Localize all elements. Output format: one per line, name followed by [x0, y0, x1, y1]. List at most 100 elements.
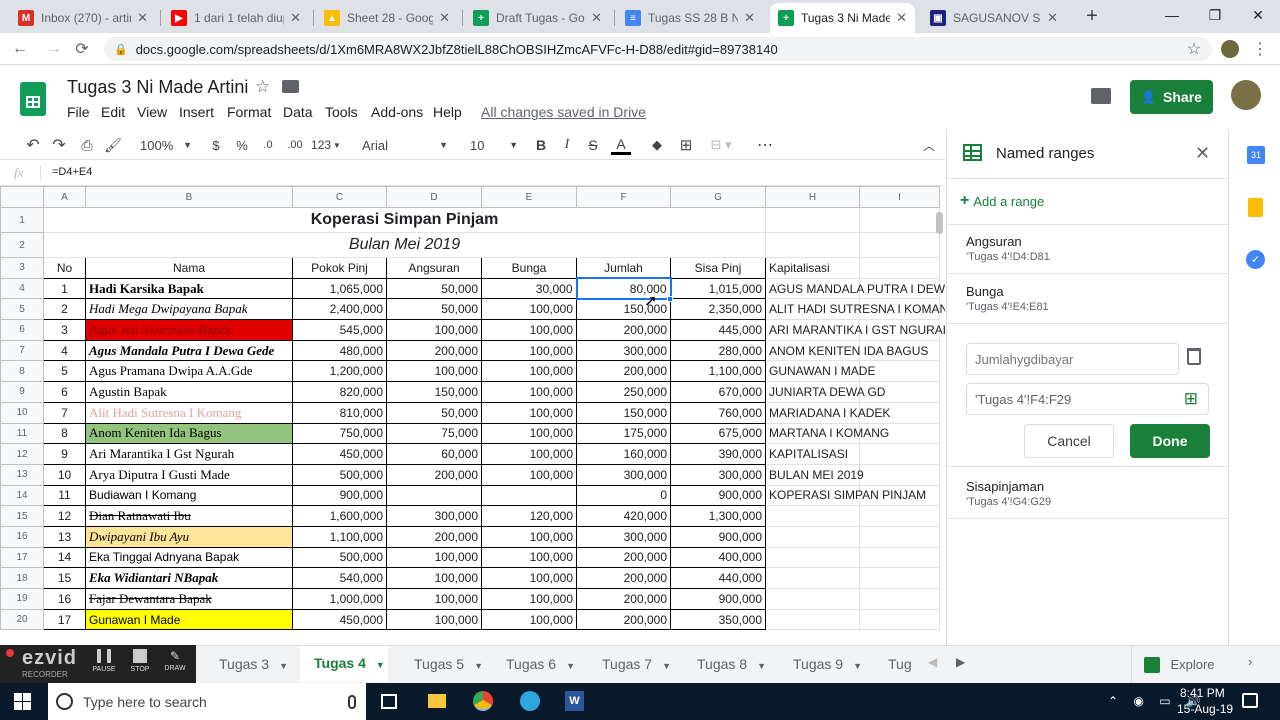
cell-no[interactable]: 15	[43, 567, 86, 589]
sheet-tab[interactable]: Tugas 9 ▼	[779, 656, 862, 672]
row-header[interactable]: 14	[0, 484, 44, 507]
cell-jml[interactable]: 175,000	[576, 422, 671, 445]
cell-kapitalisasi[interactable]: ARI MARANTIKA I GST NGURAH	[765, 319, 945, 341]
new-tab-icon[interactable]: +	[1080, 2, 1104, 30]
notification-icon[interactable]	[1242, 693, 1258, 708]
menu-format[interactable]: Format	[227, 104, 271, 120]
cell-sisa[interactable]: 440,000	[670, 567, 766, 589]
row-header[interactable]: 17	[0, 546, 44, 569]
browser-tab[interactable]: M Inbox (270) - artini ✕	[10, 3, 156, 33]
doc-title[interactable]: Tugas 3 Ni Made Artini	[67, 77, 248, 98]
cell-angs[interactable]: 50,000	[386, 298, 482, 321]
tab-close-icon[interactable]: ✕	[591, 10, 602, 26]
cell-sisa[interactable]: 1,300,000	[670, 505, 766, 527]
cell-angs[interactable]: 300,000	[386, 505, 482, 527]
row-header[interactable]: 8	[0, 360, 44, 383]
browser-tab[interactable]: ▣ SAGUSANOV SHEETS ✕	[922, 3, 1066, 33]
column-header[interactable]: A	[43, 186, 86, 208]
cell-pokok[interactable]: 1,000,000	[292, 588, 387, 610]
menu-data[interactable]: Data	[283, 104, 313, 120]
cell-no[interactable]: 7	[43, 401, 86, 424]
cell-pokok[interactable]: 1,065,000	[292, 277, 387, 300]
named-range-item[interactable]: Angsuran 'Tugas 4'!D4:D81	[966, 234, 1050, 263]
header-cell[interactable]: Angsuran	[386, 257, 482, 279]
cell-pokok[interactable]: 500,000	[292, 546, 387, 569]
address-bar[interactable]: 🔒 docs.google.com/spreadsheets/d/1Xm6MRA…	[104, 37, 1212, 61]
column-header[interactable]: E	[481, 186, 577, 208]
row-header[interactable]: 2	[0, 232, 44, 258]
row-header[interactable]: 20	[0, 608, 44, 631]
cell-kapitalisasi[interactable]: MARIADANA I KADEK	[765, 401, 890, 424]
cell-bunga[interactable]: 100,000	[481, 339, 577, 362]
maximize-icon[interactable]: ❐	[1195, 0, 1235, 30]
browser-tab[interactable]: ▶ 1 dari 1 telah diupload ✕	[163, 3, 309, 33]
cell-bunga[interactable]: 100,000	[481, 319, 577, 341]
sheet-tab[interactable]: Tugas 3 ▼	[205, 656, 288, 672]
cell-pokok[interactable]: 450,000	[292, 608, 387, 631]
calendar-icon[interactable]: 31	[1247, 146, 1265, 164]
cell-bunga[interactable]: 100,000	[481, 401, 577, 424]
delete-icon[interactable]	[1187, 348, 1201, 365]
empty-cell[interactable]	[859, 505, 940, 527]
more-options-icon[interactable]: ⋯	[754, 135, 776, 155]
cell-jml[interactable]: 300,000	[576, 339, 671, 362]
cell-no[interactable]: 8	[43, 422, 86, 445]
cell-sisa[interactable]: 2,350,000	[670, 298, 766, 321]
pause-button[interactable]: PAUSE	[92, 647, 116, 673]
cell-pokok[interactable]: 480,000	[292, 339, 387, 362]
cell-angs[interactable]: 100,000	[386, 567, 482, 589]
cell-sisa[interactable]: 400,000	[670, 546, 766, 569]
cell-sisa[interactable]: 1,100,000	[670, 360, 766, 383]
empty-cell[interactable]	[859, 608, 940, 631]
empty-cell[interactable]	[859, 232, 940, 258]
cell-no[interactable]: 11	[43, 484, 86, 507]
cell-sisa[interactable]: 900,000	[670, 588, 766, 610]
cell-nama[interactable]: Agus Juli Sastrawan Bapak	[85, 319, 293, 341]
cell-pokok[interactable]: 820,000	[292, 381, 387, 403]
cell-jml[interactable]: 200,000	[576, 608, 671, 631]
cell-jml[interactable]: 250,000	[576, 381, 671, 403]
tab-close-icon[interactable]: ✕	[290, 10, 301, 26]
formula-input[interactable]: =D4+E4	[52, 166, 92, 178]
share-button[interactable]: 👤 Share	[1130, 80, 1213, 114]
cell-nama[interactable]: Budiawan I Komang	[85, 484, 293, 507]
increase-decimal-button[interactable]: .00	[284, 135, 306, 155]
account-avatar[interactable]	[1231, 80, 1261, 110]
profile-avatar[interactable]	[1221, 40, 1239, 58]
cell-kapitalisasi[interactable]	[765, 608, 860, 631]
cell-nama[interactable]: Hadi Mega Dwipayana Bapak	[85, 298, 293, 321]
menu-edit[interactable]: Edit	[101, 104, 125, 120]
cell-kapitalisasi[interactable]: BULAN MEI 2019	[765, 463, 864, 486]
cell-angs[interactable]: 50,000	[386, 277, 482, 300]
cell-kapitalisasi[interactable]: ANOM KENITEN IDA BAGUS	[765, 339, 928, 362]
cell-nama[interactable]: Eka Tinggal Adnyana Bapak	[85, 546, 293, 569]
spreadsheet-grid[interactable]: A B C D E F G H I 1 Koperasi Simpan Pinjam 2 Bulan M…	[0, 186, 945, 632]
collapse-toolbar-icon[interactable]: ︿	[918, 135, 940, 155]
column-header[interactable]: B	[85, 186, 293, 208]
cell-pokok[interactable]: 1,100,000	[292, 525, 387, 548]
cell-no[interactable]: 1	[43, 277, 86, 300]
row-header[interactable]: 19	[0, 588, 44, 610]
windows-start-icon[interactable]	[14, 693, 31, 710]
sheets-logo-icon[interactable]	[20, 82, 46, 116]
cell-bunga[interactable]: 100,000	[481, 463, 577, 486]
cell-sisa[interactable]: 900,000	[670, 484, 766, 507]
caret-down-icon[interactable]: ▼	[853, 661, 862, 671]
cell-pokok[interactable]: 540,000	[292, 567, 387, 589]
row-header[interactable]: 16	[0, 525, 44, 548]
sheet-title-cell[interactable]: Koperasi Simpan Pinjam	[43, 207, 766, 233]
cell-kapitalisasi[interactable]: KOPERASI SIMPAN PINJAM	[765, 484, 926, 507]
tasks-icon[interactable]: ✓	[1246, 250, 1265, 269]
bookmark-star-icon[interactable]: ☆	[1182, 38, 1206, 60]
empty-cell[interactable]	[859, 443, 940, 465]
currency-button[interactable]: $	[208, 135, 224, 155]
select-all-corner[interactable]	[0, 186, 44, 208]
header-cell[interactable]: No	[43, 257, 86, 279]
word-icon[interactable]: W	[565, 691, 584, 711]
select-range-icon[interactable]: ⊞	[1184, 389, 1198, 409]
close-window-icon[interactable]: ✕	[1238, 0, 1278, 30]
sheet-tab[interactable]: Tugas 4 ▼	[300, 646, 388, 682]
cell-sisa[interactable]: 670,000	[670, 381, 766, 403]
cell-angs[interactable]: 100,000	[386, 546, 482, 569]
tab-close-icon[interactable]: ✕	[896, 10, 907, 26]
